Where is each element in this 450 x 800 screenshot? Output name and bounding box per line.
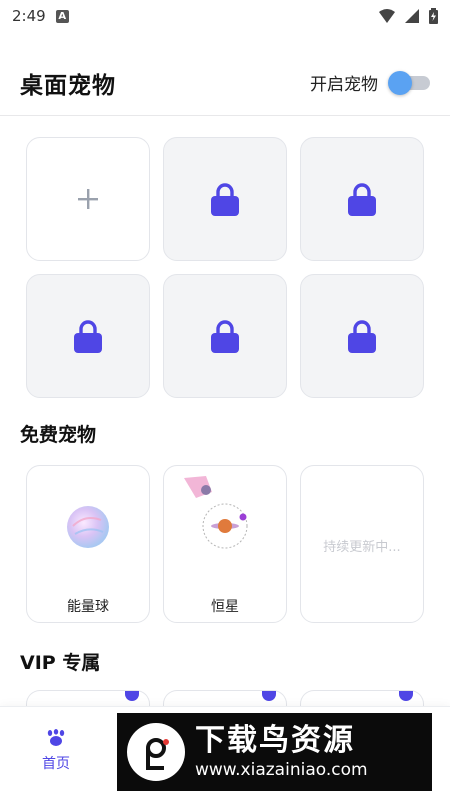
plus-icon (78, 189, 98, 209)
locked-slot[interactable] (300, 274, 424, 398)
vip-badge-icon (125, 691, 139, 701)
pet-name: 能量球 (67, 599, 109, 615)
pet-toggle-group: 开启宠物 (310, 70, 430, 95)
lock-icon (74, 320, 102, 353)
watermark-url: www.xiazainiao.com (195, 760, 368, 780)
nav-home[interactable]: 首页 (26, 729, 86, 773)
status-bar: 2:49 A (0, 0, 450, 32)
pet-card-coming-soon: 持续更新中... (300, 465, 424, 623)
watermark-banner: 下载鸟资源 www.xiazainiao.com (117, 713, 432, 791)
signal-icon (405, 9, 419, 23)
locked-slot[interactable] (163, 274, 287, 398)
enable-pet-toggle[interactable] (388, 70, 430, 95)
vip-badge-icon (399, 691, 413, 701)
coming-soon-text: 持续更新中... (323, 540, 401, 555)
app-header: 桌面宠物 开启宠物 (0, 50, 450, 116)
nav-home-label: 首页 (42, 756, 70, 772)
notification-icon: A (55, 9, 69, 23)
locked-slot[interactable] (26, 274, 150, 398)
lock-icon (211, 320, 239, 353)
locked-slot[interactable] (300, 137, 424, 261)
status-indicators (379, 8, 438, 24)
vip-section-title: VIP 专属 (20, 652, 101, 674)
pet-card-energy-ball[interactable]: 能量球 (26, 465, 150, 623)
watermark-title: 下载鸟资源 (195, 723, 355, 758)
paw-icon (47, 729, 65, 746)
pet-card-star[interactable]: 恒星 (163, 465, 287, 623)
wifi-icon (379, 9, 395, 23)
energy-ball-icon (67, 506, 109, 548)
add-pet-slot[interactable] (26, 137, 150, 261)
watermark-text: 下载鸟资源 www.xiazainiao.com (195, 723, 368, 781)
pet-name: 恒星 (211, 599, 239, 615)
watermark-logo-icon (127, 723, 185, 781)
toggle-thumb (388, 70, 412, 95)
star-planet-icon (184, 476, 248, 549)
locked-slot[interactable] (163, 137, 287, 261)
page-title: 桌面宠物 (20, 72, 116, 99)
lock-icon (348, 320, 376, 353)
status-time: 2:49 (12, 7, 46, 25)
lock-icon (211, 183, 239, 216)
battery-icon (429, 8, 438, 24)
vip-badge-icon (262, 691, 276, 701)
toggle-label: 开启宠物 (310, 75, 378, 95)
free-pets-title: 免费宠物 (20, 424, 97, 446)
lock-icon (348, 183, 376, 216)
